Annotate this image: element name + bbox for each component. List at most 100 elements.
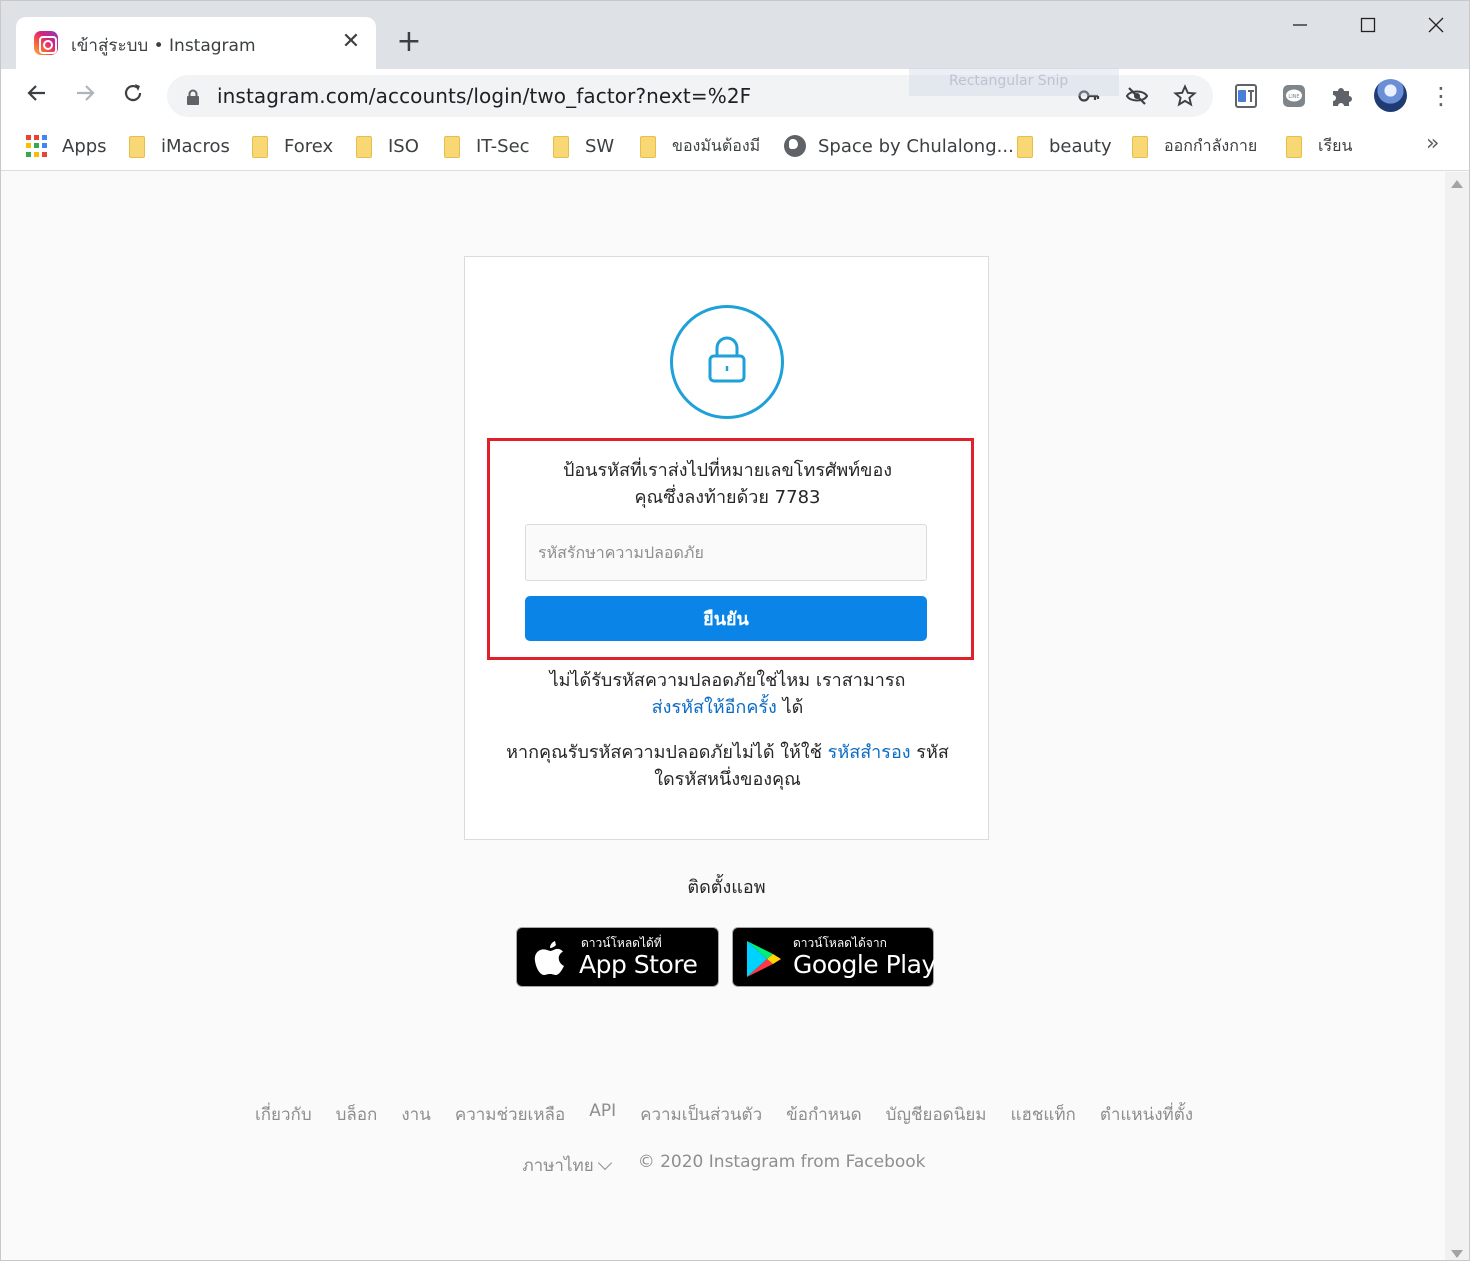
bookmark-label: IT-Sec (476, 135, 530, 157)
folder-icon (1017, 136, 1035, 158)
folder-icon (356, 136, 374, 158)
footer-link-privacy[interactable]: ความเป็นส่วนตัว (640, 1101, 762, 1128)
resend-text: ไม่ได้รับรหัสความปลอดภัยใช่ไหม เราสามารถ… (505, 667, 950, 721)
minimize-icon[interactable] (1285, 11, 1315, 41)
bookmark-label: Forex (284, 135, 334, 157)
folder-icon (553, 136, 571, 158)
translate-extension-icon[interactable] (1232, 82, 1260, 110)
google-play-icon (747, 941, 781, 977)
apps-grid-icon (26, 135, 48, 157)
copyright-text: © 2020 Instagram from Facebook (637, 1152, 926, 1172)
bookmark-folder[interactable]: เรียน (1286, 133, 1352, 159)
footer-link-blog[interactable]: บล็อก (336, 1101, 378, 1128)
chevron-down-icon (597, 1155, 612, 1171)
instruction-line: คุณซึ่งลงท้ายด้วย 7783 (634, 487, 821, 508)
google-play-badge[interactable]: ดาวน์โหลดได้จาก Google Play (732, 927, 936, 987)
bookmark-label: beauty (1049, 135, 1112, 157)
tab-strip: เข้าสู่ระบบ • Instagram ✕ + (1, 1, 1469, 69)
maximize-icon[interactable] (1353, 11, 1383, 41)
close-tab-icon[interactable]: ✕ (338, 29, 364, 55)
apple-icon (534, 941, 564, 975)
bookmark-folder[interactable]: ออกกำลังกาย (1132, 133, 1257, 159)
language-selector[interactable]: ภาษาไทย (522, 1152, 612, 1179)
bookmark-folder[interactable]: ของมันต้องมี (640, 133, 760, 159)
folder-icon (129, 136, 147, 158)
scroll-down-icon[interactable] (1451, 1250, 1463, 1258)
footer-link-api[interactable]: API (589, 1101, 616, 1128)
snip-overlay: Rectangular Snip (909, 68, 1119, 96)
svg-text:LINE: LINE (1288, 94, 1299, 100)
back-icon[interactable] (21, 81, 53, 113)
browser-window: เข้าสู่ระบบ • Instagram ✕ + instagram.co… (0, 0, 1470, 1261)
install-app-label: ติดตั้งแอพ (687, 877, 766, 898)
bookmark-folder[interactable]: Forex (252, 133, 333, 159)
bookmark-label: เรียน (1318, 135, 1353, 155)
confirm-button[interactable]: ยืนยัน (525, 596, 927, 641)
lock-icon (670, 305, 784, 419)
reload-icon[interactable] (117, 81, 149, 113)
tab-title: เข้าสู่ระบบ • Instagram (71, 36, 256, 56)
bookmark-label: Space by Chulalong... (818, 135, 1014, 157)
bookmarks-bar: Apps iMacros Forex ISO IT-Sec SW ของมันต… (1, 125, 1469, 171)
instruction-text: ป้อนรหัสที่เราส่งไปที่หมายเลขโทรศัพท์ของ… (505, 457, 950, 511)
resend-suffix: ได้ (782, 697, 804, 718)
bookmark-label: ของมันต้องมี (672, 135, 761, 155)
bookmark-folder[interactable]: beauty (1017, 133, 1112, 159)
browser-toolbar: instagram.com/accounts/login/two_factor?… (1, 68, 1469, 125)
bookmark-folder[interactable]: SW (553, 133, 614, 159)
url-text: instagram.com/accounts/login/two_factor?… (217, 84, 752, 108)
more-bookmarks-icon[interactable]: » (1426, 131, 1439, 156)
eye-off-icon[interactable] (1124, 84, 1150, 110)
browser-tab[interactable]: เข้าสู่ระบบ • Instagram ✕ (16, 17, 376, 69)
resend-code-link[interactable]: ส่งรหัสให้อีกครั้ง (652, 697, 777, 718)
bookmark-label: iMacros (161, 135, 230, 157)
instagram-icon (34, 31, 58, 55)
close-window-icon[interactable] (1421, 11, 1451, 41)
app-store-badge[interactable]: ดาวน์โหลดได้ที่ App Store (516, 927, 719, 987)
footer-link-jobs[interactable]: งาน (401, 1101, 430, 1128)
page-content: ป้อนรหัสที่เราส่งไปที่หมายเลขโทรศัพท์ของ… (3, 172, 1445, 1260)
footer-link-terms[interactable]: ข้อกำหนด (786, 1101, 862, 1128)
bookmark-folder[interactable]: ISO (356, 133, 419, 159)
footer-bottom: ภาษาไทย © 2020 Instagram from Facebook (3, 1152, 1445, 1179)
page-scrollbar[interactable] (1445, 172, 1469, 1260)
bookmark-site[interactable]: Space by Chulalong... (784, 133, 1014, 159)
bookmark-apps[interactable]: Apps (26, 133, 107, 159)
footer-link-help[interactable]: ความช่วยเหลือ (455, 1101, 565, 1128)
backup-prefix: หากคุณรับรหัสความปลอดภัยไม่ได้ ให้ใช้ (506, 742, 822, 763)
folder-icon (444, 136, 462, 158)
bookmark-folder[interactable]: IT-Sec (444, 133, 530, 159)
chrome-menu-icon[interactable]: ⋮ (1429, 81, 1453, 111)
extensions-puzzle-icon[interactable] (1328, 82, 1356, 110)
bookmark-label: SW (585, 135, 615, 157)
bookmark-label: ออกกำลังกาย (1164, 135, 1258, 155)
footer-link-hashtags[interactable]: แฮชแท็ก (1011, 1101, 1076, 1128)
instruction-line: ป้อนรหัสที่เราส่งไปที่หมายเลขโทรศัพท์ของ (562, 460, 893, 481)
footer-link-top-accounts[interactable]: บัญชียอดนิยม (886, 1101, 987, 1128)
folder-icon (252, 136, 270, 158)
footer-link-locations[interactable]: ตำแหน่งที่ตั้ง (1100, 1101, 1193, 1128)
app-store-big-text: App Store (579, 950, 698, 979)
footer-link-about[interactable]: เกี่ยวกับ (255, 1101, 312, 1128)
bookmark-label: ISO (388, 135, 419, 157)
bookmark-label: Apps (62, 135, 107, 157)
backup-code-link[interactable]: รหัสสำรอง (828, 742, 911, 763)
bookmark-folder[interactable]: iMacros (129, 133, 230, 159)
backup-text: หากคุณรับรหัสความปลอดภัยไม่ได้ ให้ใช้ รห… (505, 739, 950, 793)
bookmark-star-icon[interactable] (1172, 84, 1198, 110)
security-code-input[interactable] (525, 524, 927, 581)
google-play-big-text: Google Play (793, 950, 936, 979)
scroll-up-icon[interactable] (1451, 180, 1463, 188)
forward-icon[interactable] (69, 81, 101, 113)
footer-links: เกี่ยวกับ บล็อก งาน ความช่วยเหลือ API คว… (3, 1101, 1445, 1128)
lock-icon (187, 89, 199, 105)
line-extension-icon[interactable]: LINE (1280, 82, 1308, 110)
profile-avatar[interactable] (1374, 79, 1407, 112)
folder-icon (1286, 136, 1304, 158)
folder-icon (1132, 136, 1150, 158)
new-tab-button[interactable]: + (394, 27, 424, 57)
language-label: ภาษาไทย (522, 1156, 594, 1176)
globe-icon (784, 135, 806, 157)
folder-icon (640, 136, 658, 158)
resend-prefix: ไม่ได้รับรหัสความปลอดภัยใช่ไหม เราสามารถ (549, 670, 906, 691)
